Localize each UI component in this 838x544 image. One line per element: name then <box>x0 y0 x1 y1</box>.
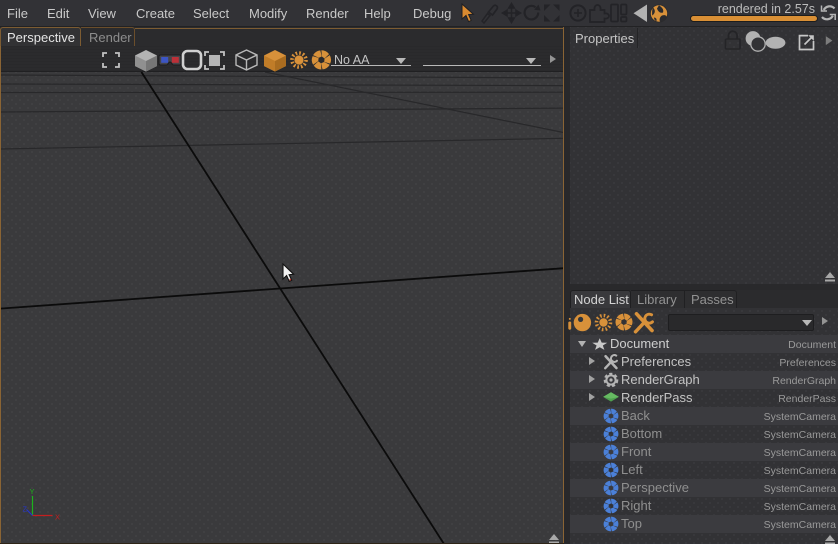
svg-text:Z: Z <box>23 505 28 514</box>
svg-text:X: X <box>55 513 60 522</box>
svg-text:Y: Y <box>30 487 35 496</box>
